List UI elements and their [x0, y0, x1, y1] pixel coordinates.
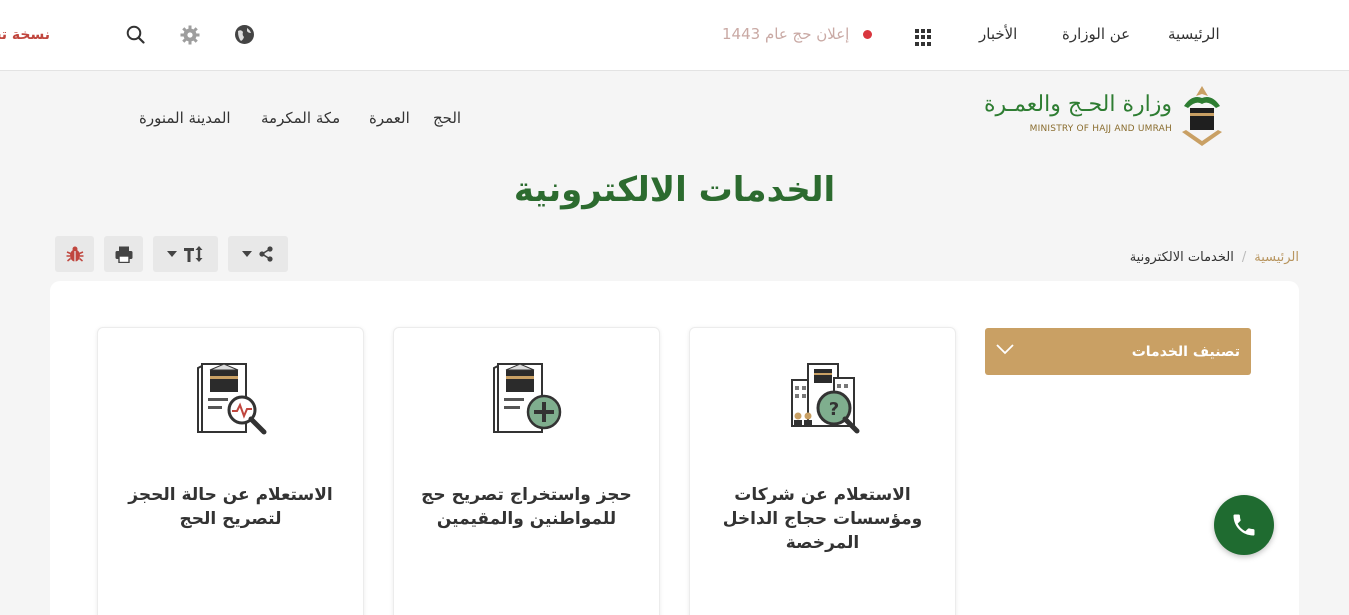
search-icon[interactable]: [126, 25, 145, 44]
service-card-hajj-permit[interactable]: حجز واستخراج تصريح حج للمواطنين والمقيمي…: [393, 327, 660, 615]
report-bug-button[interactable]: [55, 236, 94, 272]
nav-home[interactable]: الرئيسية: [1168, 25, 1220, 43]
service-category-label: تصنيف الخدمات: [1131, 344, 1240, 360]
breadcrumb: الرئيسية / الخدمات الالكترونية: [1130, 250, 1299, 265]
service-title: حجز واستخراج تصريح حج للمواطنين والمقيمي…: [421, 485, 632, 529]
ministry-logo[interactable]: وزارة الحـج والعمـرة MINISTRY OF HAJJ AN…: [984, 82, 1230, 150]
print-button[interactable]: [104, 236, 143, 272]
gear-icon[interactable]: [180, 25, 200, 45]
top-bar: الرئيسية عن الوزارة الأخبار إعلان حج عام…: [0, 0, 1349, 71]
call-button[interactable]: [1214, 495, 1274, 555]
kaaba-emblem-icon: [1182, 86, 1222, 146]
print-icon: [115, 246, 132, 263]
service-category-dropdown[interactable]: تصنيف الخدمات: [985, 328, 1251, 375]
text-size-icon: [183, 246, 202, 262]
building-inquiry-icon: ?: [791, 363, 860, 434]
service-card-booking-status[interactable]: الاستعلام عن حالة الحجز لتصريح الحج: [97, 327, 364, 615]
logo-english-text: MINISTRY OF HAJJ AND UMRAH: [1029, 124, 1172, 134]
service-title: الاستعلام عن حالة الحجز لتصريح الحج: [128, 485, 333, 529]
service-title: الاستعلام عن شركات ومؤسسات حجاج الداخل ا…: [722, 485, 923, 553]
subnav-madinah[interactable]: المدينة المنورة: [139, 109, 231, 127]
announcement-link[interactable]: إعلان حج عام 1443: [722, 25, 873, 43]
chevron-down-icon: [996, 344, 1014, 355]
phone-icon: [1233, 514, 1255, 536]
share-icon: [259, 246, 273, 262]
page-title: الخدمات الالكترونية: [513, 170, 836, 210]
nav-about[interactable]: عن الوزارة: [1062, 25, 1130, 43]
breadcrumb-current: الخدمات الالكترونية: [1129, 250, 1234, 265]
caret-down-icon: [166, 251, 177, 257]
globe-icon[interactable]: [234, 24, 255, 45]
bug-icon: [66, 246, 83, 262]
subnav-makkah[interactable]: مكة المكرمة: [261, 109, 340, 127]
live-dot-icon: [863, 30, 873, 39]
service-card-company-inquiry[interactable]: ? الاستعلام عن شركات ومؤسسات حجاج الداخل…: [689, 327, 956, 615]
breadcrumb-separator: /: [1241, 250, 1247, 265]
subnav-umrah[interactable]: العمرة: [369, 109, 410, 127]
svg-text:?: ?: [829, 399, 839, 420]
font-size-button[interactable]: [153, 236, 218, 272]
nav-news[interactable]: الأخبار: [979, 25, 1017, 43]
apps-grid-icon[interactable]: [915, 29, 932, 46]
old-version-link[interactable]: نسخة تجريبية: [0, 27, 50, 43]
subnav-hajj[interactable]: الحج: [433, 109, 461, 127]
logo-arabic-text: وزارة الحـج والعمـرة: [983, 92, 1172, 117]
document-search-icon: [197, 363, 267, 435]
caret-down-icon: [242, 251, 252, 257]
document-add-icon: [493, 363, 562, 433]
breadcrumb-home[interactable]: الرئيسية: [1254, 250, 1299, 265]
share-button[interactable]: [228, 236, 288, 272]
announcement-text: إعلان حج عام 1443: [722, 25, 850, 43]
